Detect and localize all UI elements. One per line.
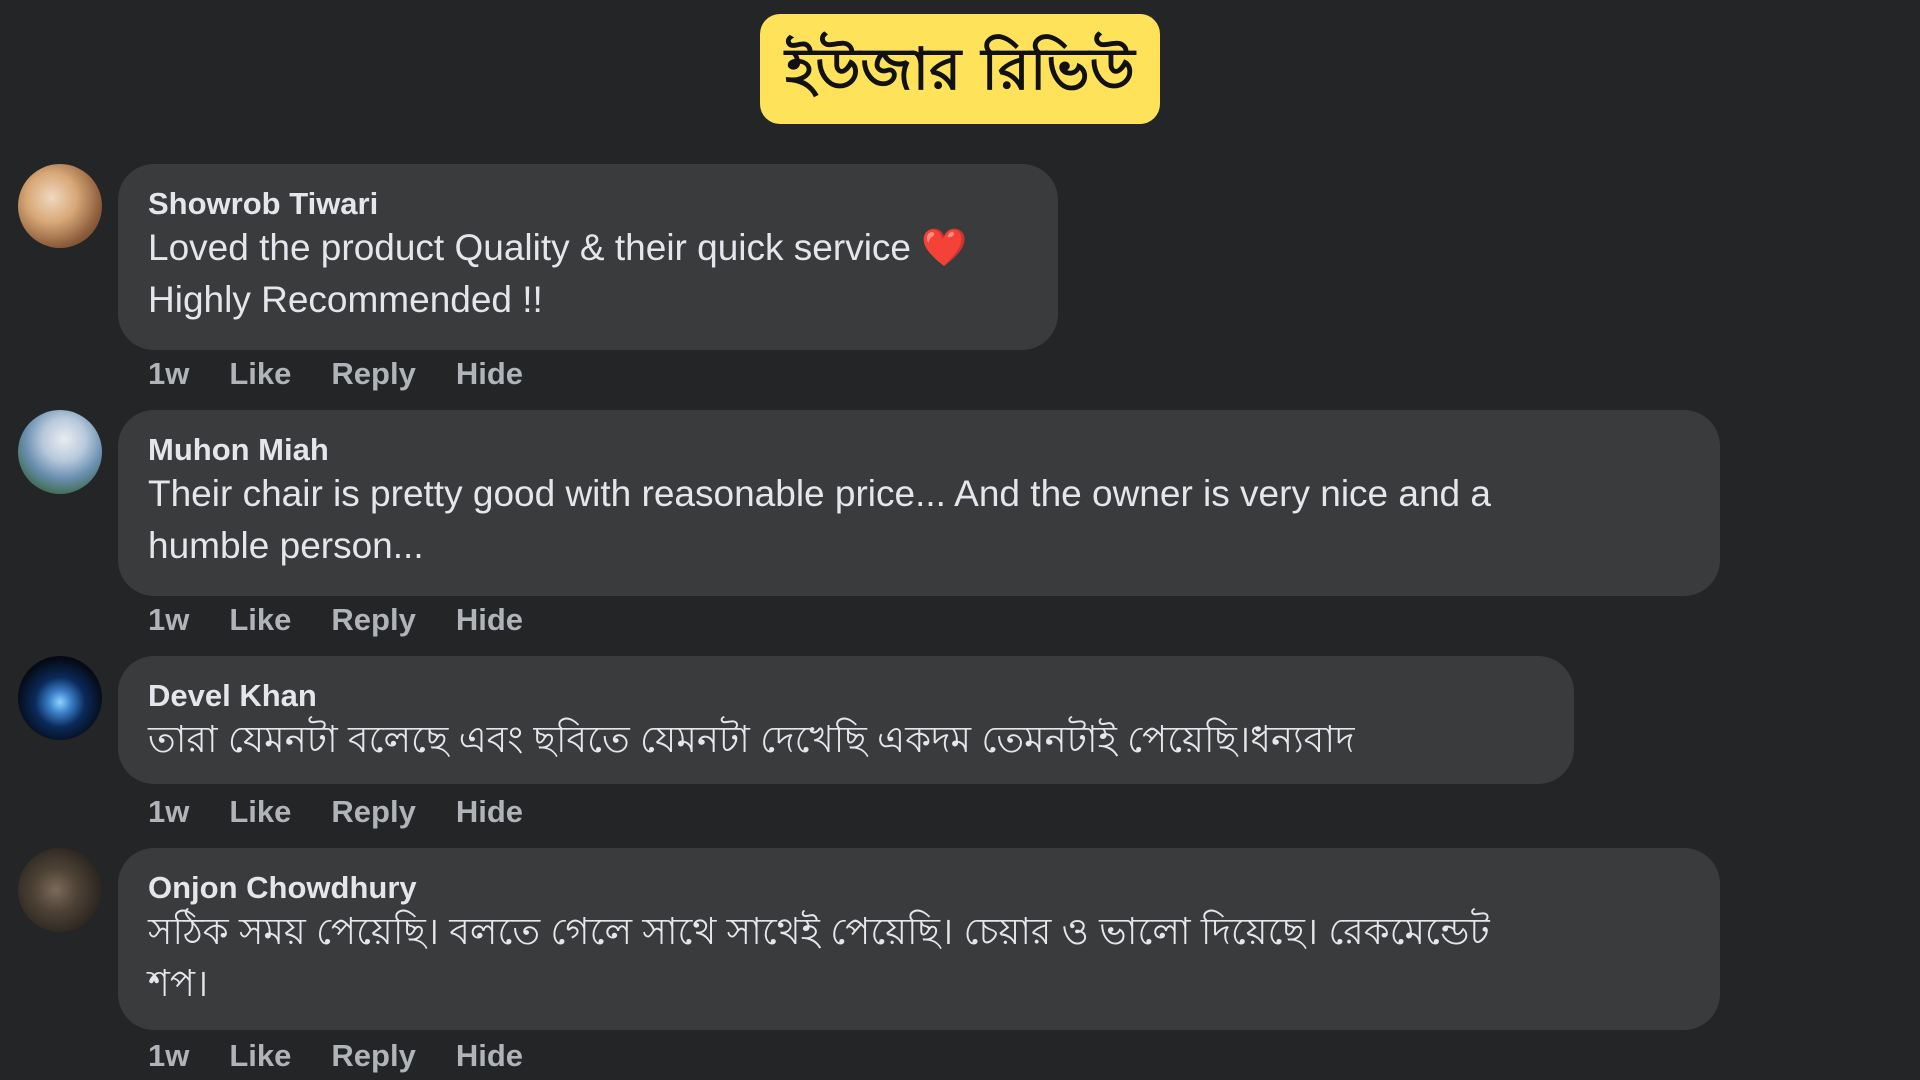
comment-text-line: humble person... — [148, 525, 424, 566]
comment-author[interactable]: Muhon Miah — [148, 434, 1690, 465]
avatar[interactable] — [18, 656, 102, 740]
comment-text: তারা যেমনটা বলেছে এবং ছবিতে যেমনটা দেখেছ… — [148, 714, 1544, 766]
like-button[interactable]: Like — [229, 796, 291, 827]
comment-timestamp[interactable]: 1w — [148, 604, 189, 635]
like-button[interactable]: Like — [229, 358, 291, 389]
reply-button[interactable]: Reply — [331, 1040, 415, 1071]
avatar[interactable] — [18, 410, 102, 494]
comment-text-line: সঠিক সময় পেয়েছি। বলতে গেলে সাথে সাথেই … — [148, 911, 1490, 952]
comment-timestamp[interactable]: 1w — [148, 796, 189, 827]
comment-actions: 1w Like Reply Hide — [148, 604, 523, 635]
avatar[interactable] — [18, 848, 102, 932]
like-button[interactable]: Like — [229, 604, 291, 635]
hide-button[interactable]: Hide — [456, 604, 523, 635]
hide-button[interactable]: Hide — [456, 358, 523, 389]
comment-bubble: Onjon Chowdhury সঠিক সময় পেয়েছি। বলতে … — [118, 848, 1720, 1030]
hide-button[interactable]: Hide — [456, 1040, 523, 1071]
comment-bubble: Muhon Miah Their chair is pretty good wi… — [118, 410, 1720, 596]
comment-text-line: Loved the product Quality & their quick … — [148, 227, 911, 268]
comment-text-line: তারা যেমনটা বলেছে এবং ছবিতে যেমনটা দেখেছ… — [148, 719, 1355, 760]
comment-actions: 1w Like Reply Hide — [148, 358, 523, 389]
reply-button[interactable]: Reply — [331, 604, 415, 635]
comment-author[interactable]: Showrob Tiwari — [148, 188, 1028, 219]
comment-text: সঠিক সময় পেয়েছি। বলতে গেলে সাথে সাথেই … — [148, 906, 1690, 1010]
heart-emoji-icon: ❤️ — [921, 227, 968, 268]
comment-text: Their chair is pretty good with reasonab… — [148, 468, 1690, 572]
comment-text: Loved the product Quality & their quick … — [148, 222, 1028, 326]
avatar[interactable] — [18, 164, 102, 248]
reply-button[interactable]: Reply — [331, 796, 415, 827]
comment-text-line: শপ। — [148, 963, 209, 1004]
reply-button[interactable]: Reply — [331, 358, 415, 389]
hide-button[interactable]: Hide — [456, 796, 523, 827]
header-badge: ইউজার রিভিউ — [760, 14, 1160, 124]
comment-timestamp[interactable]: 1w — [148, 1040, 189, 1071]
comment-bubble: Devel Khan তারা যেমনটা বলেছে এবং ছবিতে য… — [118, 656, 1574, 784]
like-button[interactable]: Like — [229, 1040, 291, 1071]
comment-actions: 1w Like Reply Hide — [148, 796, 523, 827]
comment-bubble: Showrob Tiwari Loved the product Quality… — [118, 164, 1058, 350]
comment-author[interactable]: Onjon Chowdhury — [148, 872, 1690, 903]
comment-text-line: Their chair is pretty good with reasonab… — [148, 473, 1491, 514]
comment-author[interactable]: Devel Khan — [148, 680, 1544, 711]
comment-text-line: Highly Recommended !! — [148, 279, 543, 320]
comment-actions: 1w Like Reply Hide — [148, 1040, 523, 1071]
page-title: ইউজার রিভিউ — [785, 35, 1135, 103]
comment-timestamp[interactable]: 1w — [148, 358, 189, 389]
